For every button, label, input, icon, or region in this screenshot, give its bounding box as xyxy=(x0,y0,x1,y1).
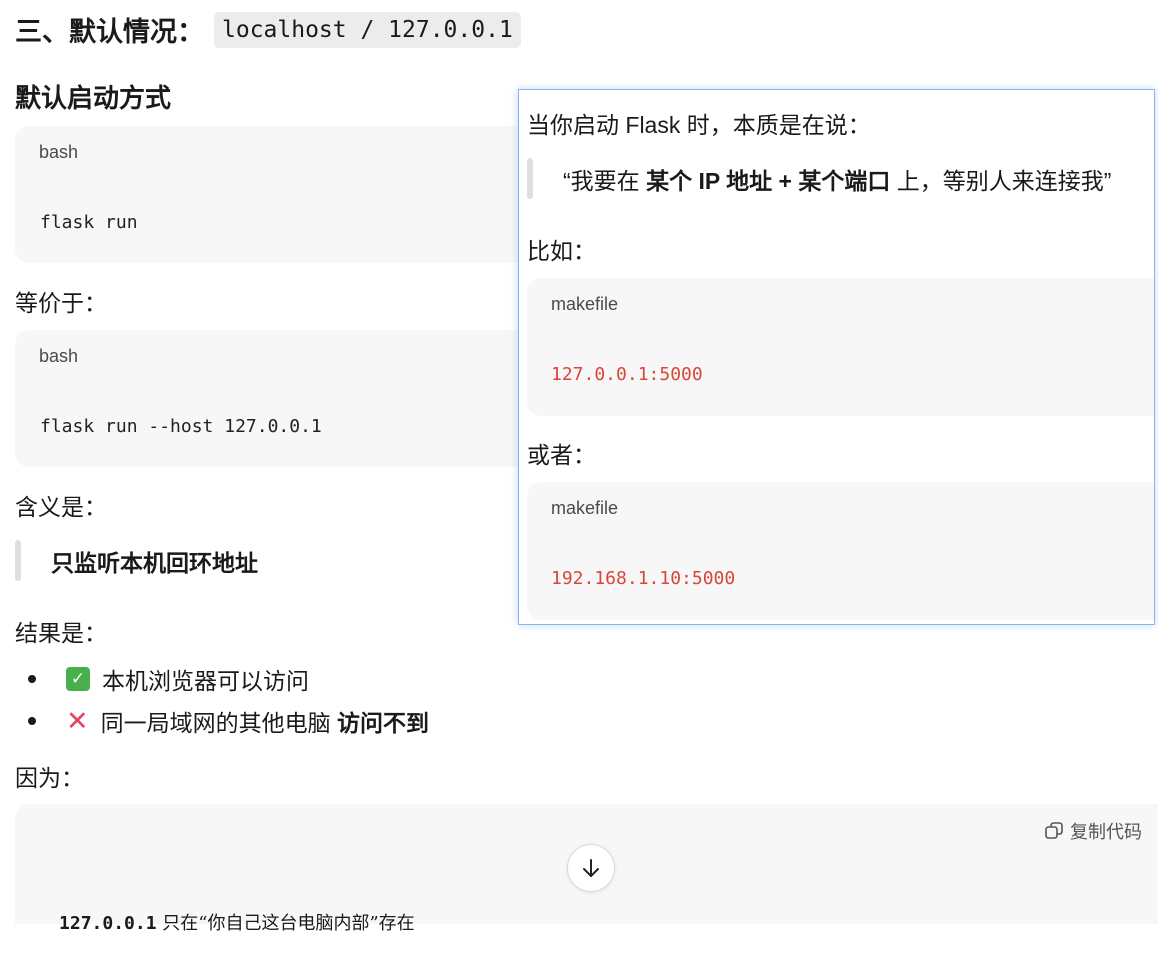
code-text: flask run --host 127.0.0.1 xyxy=(40,416,322,437)
copy-code-button[interactable]: 复制代码 xyxy=(1044,818,1142,844)
list-item-text: 本机浏览器可以访问 xyxy=(102,668,309,694)
code-lang-label: bash xyxy=(39,346,79,366)
code-text: 127.0.0.1:5000 xyxy=(551,364,703,385)
popup-intro: 当你启动 Flask 时，本质是在说： xyxy=(527,112,871,138)
list-item: ✕ 同一局域网的其他电脑 访问不到 xyxy=(28,704,429,738)
list-item-bold: 访问不到 xyxy=(337,710,430,736)
check-icon: ✓ xyxy=(66,667,90,691)
code-line: 127.0.0.1 只在“你自己这台电脑内部”存在 xyxy=(39,888,415,956)
cross-icon: ✕ xyxy=(66,705,89,736)
or-label: 或者： xyxy=(527,442,596,468)
quote-bar xyxy=(527,158,533,199)
meaning-quote: 只监听本机回环地址 xyxy=(15,540,258,581)
code-lang-label: makefile xyxy=(551,498,619,518)
code-block-2: bash flask run --host 127.0.0.1 xyxy=(15,330,535,467)
bullet-icon xyxy=(28,675,36,683)
code-text: 127.0.0.1 xyxy=(59,913,157,934)
code-block-1: bash flask run xyxy=(15,126,535,263)
code-lang-label: bash xyxy=(39,142,79,162)
equiv-label: 等价于： xyxy=(15,290,107,316)
arrow-down-icon xyxy=(583,859,599,877)
list-item: ✓ 本机浏览器可以访问 xyxy=(28,662,309,696)
code-text: flask run xyxy=(40,212,138,233)
code-lang-label: makefile xyxy=(551,294,619,314)
subheading: 默认启动方式 xyxy=(15,83,172,113)
code-block-3: 复制代码 127.0.0.1 只在“你自己这台电脑内部”存在 xyxy=(15,804,1158,934)
code-comment: 只在“你自己这台电脑内部”存在 xyxy=(156,913,415,934)
copy-code-label: 复制代码 xyxy=(1070,822,1142,842)
because-label: 因为： xyxy=(15,765,84,791)
section-heading: 三、默认情况： localhost / 127.0.0.1 xyxy=(15,10,521,49)
section-heading-text: 三、默认情况： xyxy=(15,17,204,47)
list-item-text: 同一局域网的其他电脑 xyxy=(100,710,338,736)
result-label: 结果是： xyxy=(15,620,107,646)
scroll-down-button[interactable] xyxy=(567,844,615,892)
bullet-icon xyxy=(28,717,36,725)
copy-icon xyxy=(1045,822,1063,839)
quote-bar xyxy=(15,540,21,581)
code-text: 192.168.1.10:5000 xyxy=(551,568,736,589)
overlay-panel: 当你启动 Flask 时，本质是在说： “我要在 某个 IP 地址 + 某个端口… xyxy=(518,89,1155,625)
inline-code: localhost / 127.0.0.1 xyxy=(214,11,521,48)
popup-code-block-1: makefile 127.0.0.1:5000 xyxy=(527,278,1154,416)
example-label: 比如： xyxy=(527,238,596,264)
popup-code-block-2: makefile 192.168.1.10:5000 xyxy=(527,482,1154,620)
popup-quote: “我要在 某个 IP 地址 + 某个端口 上，等别人来连接我” xyxy=(527,158,1111,199)
meaning-label: 含义是： xyxy=(15,494,107,520)
meaning-quote-text: 只监听本机回环地址 xyxy=(51,549,258,576)
popup-quote-text: “我要在 某个 IP 地址 + 某个端口 上，等别人来连接我” xyxy=(563,167,1112,194)
